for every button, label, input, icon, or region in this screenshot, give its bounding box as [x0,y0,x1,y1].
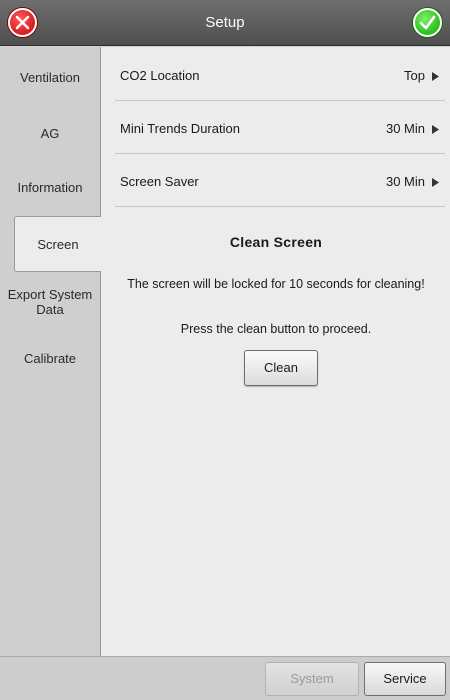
confirm-button[interactable] [413,8,442,37]
sidebar-item-label: Screen [37,236,79,252]
clean-screen-message: The screen will be locked for 10 seconds… [127,277,425,291]
sidebar-item-label: AG [40,125,60,141]
setting-value: 30 Min [385,121,425,136]
sidebar: Ventilation AG Information Screen Export… [0,47,101,656]
sidebar-item-ventilation[interactable]: Ventilation [0,49,100,105]
title-bar: Setup [0,0,450,46]
service-button[interactable]: Service [364,662,446,696]
setting-label: CO2 Location [120,68,200,83]
sidebar-item-label: Information [17,179,83,195]
check-icon [419,15,436,30]
clean-button[interactable]: Clean [244,350,318,386]
setting-value: 30 Min [385,174,425,189]
setting-value: Top [404,68,425,83]
setting-row-co2-location[interactable]: CO2 Location Top [115,49,445,101]
setting-row-screen-saver[interactable]: Screen Saver 30 Min [115,155,445,207]
sidebar-item-label: Ventilation [20,69,80,85]
sidebar-item-label: Calibrate [23,350,77,366]
clean-screen-title: Clean Screen [229,234,323,250]
caret-right-icon [432,178,439,187]
screen-settings-panel: CO2 Location Top Mini Trends Duration 30… [100,47,450,656]
sidebar-item-export-system-data[interactable]: Export System Data [0,274,100,330]
clean-screen-instruction: Press the clean button to proceed. [180,322,372,336]
sidebar-item-information[interactable]: Information [0,159,100,215]
setting-label: Mini Trends Duration [120,121,240,136]
caret-right-icon [432,72,439,81]
footer-bar: System Service [0,656,450,700]
setting-row-mini-trends-duration[interactable]: Mini Trends Duration 30 Min [115,102,445,154]
system-button[interactable]: System [265,662,359,696]
sidebar-item-ag[interactable]: AG [0,105,100,161]
setting-label: Screen Saver [120,174,199,189]
sidebar-item-calibrate[interactable]: Calibrate [0,330,100,386]
window-title: Setup [205,14,245,31]
sidebar-item-screen[interactable]: Screen [14,216,101,272]
sidebar-item-label: Export System Data [7,287,93,317]
caret-right-icon [432,125,439,134]
